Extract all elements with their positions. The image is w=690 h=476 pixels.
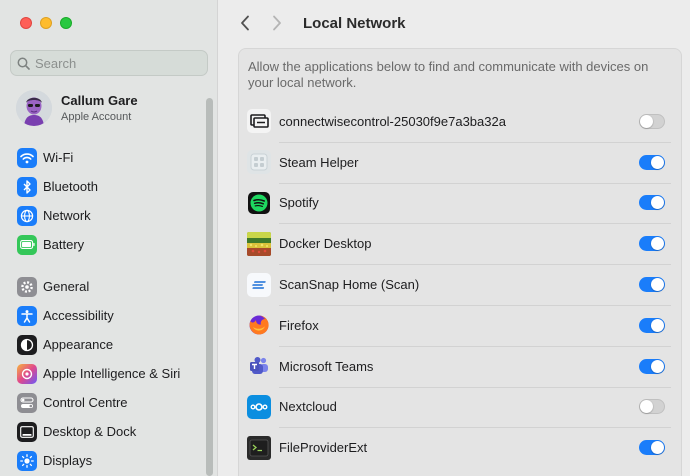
globe-icon [17, 205, 37, 226]
search-input[interactable] [35, 55, 195, 71]
sidebar-item-label: Desktop & Dock [43, 424, 137, 439]
sidebar-item-accessibility[interactable]: Accessibility [0, 301, 206, 330]
app-name: Nextcloud [279, 399, 337, 415]
search-icon [17, 57, 30, 70]
teams-icon [247, 354, 271, 378]
account-subtitle: Apple Account [61, 111, 132, 123]
forward-button[interactable] [265, 11, 289, 35]
toolbar: Local Network [219, 0, 690, 46]
list-item: FileProviderExt [239, 427, 681, 468]
chevron-left-icon [241, 15, 249, 31]
account-item[interactable]: Callum Gare Apple Account [0, 82, 206, 134]
connectwise-icon [247, 109, 271, 134]
chevron-right-icon [273, 15, 281, 31]
siri-icon [17, 363, 37, 384]
sidebar-item-label: Wi-Fi [43, 150, 74, 165]
dock-icon [17, 421, 37, 442]
wifi-icon [17, 147, 37, 168]
app-name: ScanSnap Home (Scan) [279, 277, 420, 293]
app-name: Spotify [279, 195, 319, 211]
description-text: Allow the applications below to find and… [248, 59, 649, 90]
terminal-icon [247, 435, 271, 460]
firefox-toggle[interactable] [639, 317, 665, 333]
sidebar-item-label: General [43, 279, 90, 294]
battery-icon [17, 234, 37, 255]
scansnap-toggle[interactable] [639, 277, 665, 293]
sidebar-item-label: Appearance [43, 337, 114, 352]
sidebar-item-control-centre[interactable]: Control Centre [0, 388, 206, 417]
sidebar-item-label: Control Centre [43, 395, 128, 410]
sidebar-item-appearance[interactable]: Appearance [0, 330, 206, 359]
list-item: Docker Desktop [239, 223, 681, 264]
docker-icon [247, 231, 271, 256]
sidebar-item-label: Apple Intelligence & Siri [43, 366, 181, 381]
teams-toggle[interactable] [639, 358, 665, 374]
sidebar-group-network: Wi-Fi Bluetooth Network Battery [0, 143, 206, 259]
connectwise-toggle[interactable] [639, 113, 665, 129]
sidebar-item-desktop-dock[interactable]: Desktop & Dock [0, 417, 206, 446]
page-title: Local Network [303, 14, 406, 32]
zoom-button[interactable] [60, 17, 72, 29]
sidebar-item-general[interactable]: General [0, 272, 206, 301]
list-item: ScanSnap Home (Scan) [239, 264, 681, 305]
minimize-button[interactable] [40, 17, 52, 29]
window-controls [20, 17, 72, 29]
sidebar-item-wifi[interactable]: Wi-Fi [0, 143, 206, 172]
fileproviderext-toggle[interactable] [639, 440, 665, 456]
spotify-icon [247, 191, 271, 215]
sidebar-item-label: Accessibility [43, 308, 114, 323]
control-centre-icon [17, 392, 37, 413]
sidebar-item-bluetooth[interactable]: Bluetooth [0, 172, 206, 201]
list-item: Nextcloud [239, 386, 681, 428]
docker-toggle[interactable] [639, 236, 665, 252]
avatar [16, 90, 52, 126]
sidebar-item-label: Battery [43, 237, 85, 252]
nextcloud-icon [247, 394, 271, 419]
sidebar-item-label: Bluetooth [43, 179, 98, 194]
bluetooth-icon [17, 176, 37, 197]
sidebar: Callum Gare Apple Account Wi-Fi Bluetoot… [0, 0, 218, 476]
appearance-icon [17, 334, 37, 355]
scansnap-icon [247, 272, 271, 297]
sidebar-item-displays[interactable]: Displays [0, 446, 206, 475]
sidebar-item-apple-intelligence-siri[interactable]: Apple Intelligence & Siri [0, 359, 206, 388]
steam-helper-icon [247, 150, 271, 175]
app-name: FileProviderExt [279, 440, 368, 456]
list-item: Microsoft Teams [239, 345, 681, 387]
sidebar-item-label: Network [43, 208, 91, 223]
nextcloud-toggle[interactable] [639, 399, 665, 415]
list-item: Firefox [239, 304, 681, 346]
sidebar-item-battery[interactable]: Battery [0, 230, 206, 259]
account-name: Callum Gare [61, 93, 138, 108]
firefox-icon [247, 313, 271, 337]
sidebar-scrollbar[interactable] [206, 98, 213, 476]
sidebar-item-network[interactable]: Network [0, 201, 206, 230]
spotify-toggle[interactable] [639, 195, 665, 211]
local-network-panel: Allow the applications below to find and… [238, 48, 682, 476]
back-button[interactable] [233, 11, 257, 35]
steam-helper-toggle[interactable] [639, 154, 665, 170]
list-item: Steam Helper [239, 141, 681, 183]
app-name: Microsoft Teams [279, 358, 374, 374]
accessibility-icon [17, 305, 37, 326]
app-name: connectwisecontrol-25030f9e7a3ba32a [279, 113, 506, 129]
gear-icon [17, 276, 37, 297]
app-name: Steam Helper [279, 154, 359, 170]
sun-icon [17, 450, 37, 471]
app-name: Docker Desktop [279, 236, 372, 252]
close-button[interactable] [20, 17, 32, 29]
list-item: Spotify [239, 182, 681, 224]
sidebar-item-label: Displays [43, 453, 93, 468]
sidebar-group-system: General Accessibility Appearance Apple I… [0, 272, 206, 475]
list-item: connectwisecontrol-25030f9e7a3ba32a [239, 101, 681, 142]
app-list: connectwisecontrol-25030f9e7a3ba32a Stea… [239, 101, 681, 468]
app-name: Firefox [279, 317, 319, 333]
search-field[interactable] [10, 50, 208, 76]
